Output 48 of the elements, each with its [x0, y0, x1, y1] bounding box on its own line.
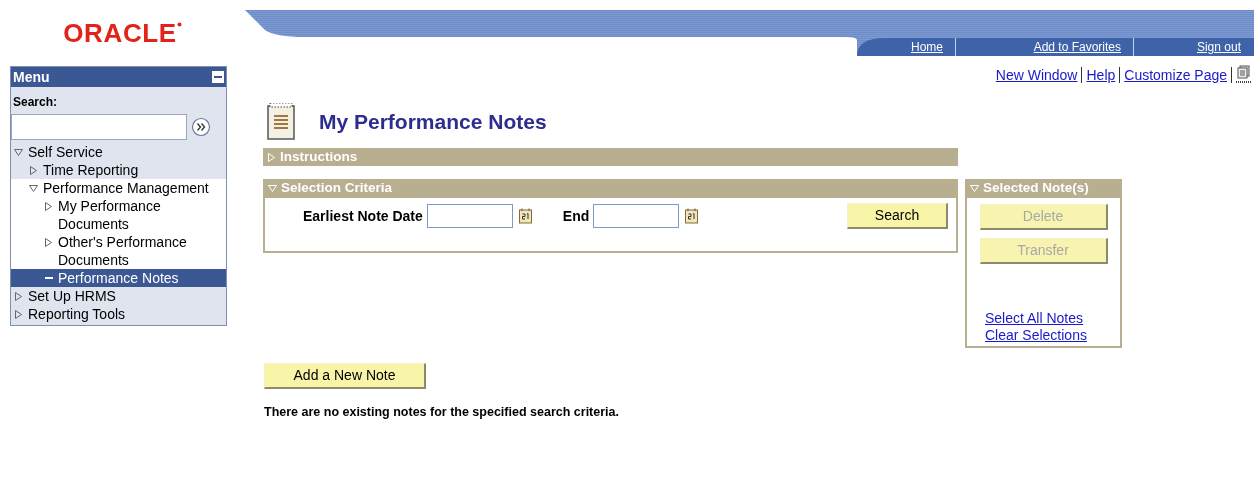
page-title: My Performance Notes [319, 109, 547, 136]
menu-item[interactable]: Set Up HRMS [11, 287, 226, 305]
calendar-icon[interactable] [518, 208, 533, 224]
field-label: End [562, 206, 590, 226]
expanded-triangle-icon[interactable] [14, 147, 23, 157]
header-link[interactable]: Home [911, 38, 943, 56]
dash-icon [45, 277, 53, 279]
go-icon[interactable] [191, 117, 211, 137]
search-field[interactable] [11, 114, 187, 140]
page-link[interactable]: Customize Page [1124, 64, 1227, 86]
menu-item[interactable]: Performance Notes [11, 269, 226, 287]
collapsed-triangle-icon[interactable] [14, 309, 23, 319]
button[interactable]: Add a New Note [264, 363, 426, 389]
menu-item[interactable]: Other's Performance Documents [11, 233, 226, 269]
header-link[interactable]: Add to Favorites [1033, 38, 1121, 56]
section-title: Selected Note(s) [983, 179, 1089, 198]
collapsed-triangle-icon[interactable] [14, 291, 23, 301]
menu-item[interactable]: Self Service [11, 143, 226, 161]
trademark-icon [176, 22, 182, 27]
menu-title: Menu [13, 67, 50, 87]
date-field[interactable] [426, 204, 513, 228]
menu-item[interactable]: My Performance Documents [11, 197, 226, 233]
field-label: Earliest Note Date [303, 206, 423, 226]
page-link[interactable]: Help [1086, 64, 1116, 86]
section-title: Selection Criteria [281, 179, 393, 198]
document-icon[interactable] [1236, 65, 1252, 85]
collapse-icon[interactable] [212, 71, 224, 83]
search-label: Search: [12, 94, 59, 111]
notepad-icon [267, 103, 297, 141]
collapsed-triangle-icon[interactable] [44, 237, 53, 247]
page-link[interactable]: New Window [995, 64, 1078, 86]
button: Delete [979, 204, 1108, 230]
button[interactable]: Search [847, 203, 948, 229]
link[interactable]: Clear Selections [985, 327, 1087, 344]
link[interactable]: Select All Notes [985, 310, 1084, 327]
collapsed-triangle-icon[interactable] [44, 201, 53, 211]
status-message: There are no existing notes for the specified search criteria. [264, 404, 620, 421]
button: Transfer [979, 238, 1108, 264]
menu-item[interactable]: Time Reporting [11, 161, 226, 179]
calendar-icon[interactable] [685, 208, 700, 224]
date-field[interactable] [593, 204, 680, 228]
section-title: Instructions [280, 147, 358, 166]
logo-text: ORACLE [63, 20, 177, 46]
header-link[interactable]: Sign out [1196, 38, 1241, 56]
collapsed-triangle-icon[interactable] [29, 165, 38, 175]
menu-item[interactable]: Reporting Tools [11, 305, 226, 323]
expanded-triangle-icon[interactable] [29, 183, 38, 193]
menu-item[interactable]: Performance Management [11, 179, 226, 197]
